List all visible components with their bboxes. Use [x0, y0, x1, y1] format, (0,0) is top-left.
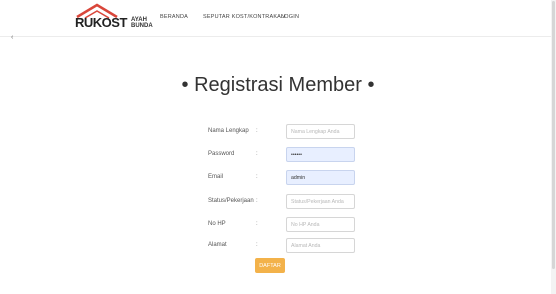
- nav-seputar-kost[interactable]: SEPUTAR KOST/KONTRAKAN: [203, 14, 285, 20]
- field-label: Alamat: [208, 242, 227, 248]
- logo-text: RUKOST: [75, 15, 127, 30]
- field-label: Status/Pekerjaan: [208, 198, 254, 204]
- daftar-button[interactable]: DAFTAR: [255, 258, 285, 273]
- field-colon: :: [256, 198, 258, 204]
- field-label: Nama Lengkap: [208, 128, 249, 134]
- field-label: Email: [208, 174, 224, 180]
- email-input[interactable]: [286, 170, 355, 185]
- field-colon: :: [256, 174, 258, 180]
- chevron-left-icon[interactable]: ‹: [11, 34, 13, 41]
- field-colon: :: [256, 128, 258, 134]
- nama-lengkap-input[interactable]: [286, 124, 355, 139]
- logo-subtext-line2: BUNDA: [131, 23, 153, 29]
- rukost-logo[interactable]: RUKOST AYAH BUNDA: [75, 3, 165, 35]
- password-input[interactable]: [286, 147, 355, 162]
- field-colon: :: [256, 242, 258, 248]
- nav-login[interactable]: LOGIN: [281, 14, 299, 20]
- field-colon: :: [256, 151, 258, 157]
- field-label: No HP: [208, 221, 226, 227]
- alamat-input[interactable]: [286, 238, 355, 253]
- field-colon: :: [256, 221, 258, 227]
- logo-subtext: AYAH BUNDA: [131, 17, 161, 29]
- status-pekerjaan-input[interactable]: [286, 194, 355, 209]
- nav-beranda[interactable]: BERANDA: [160, 14, 188, 20]
- scrollbar-thumb[interactable]: [552, 1, 555, 269]
- top-header: RUKOST AYAH BUNDA BERANDA SEPUTAR KOST/K…: [0, 0, 556, 37]
- field-label: Password: [208, 151, 235, 157]
- page-title: • Registrasi Member •: [181, 74, 375, 96]
- no-hp-input[interactable]: [286, 217, 355, 232]
